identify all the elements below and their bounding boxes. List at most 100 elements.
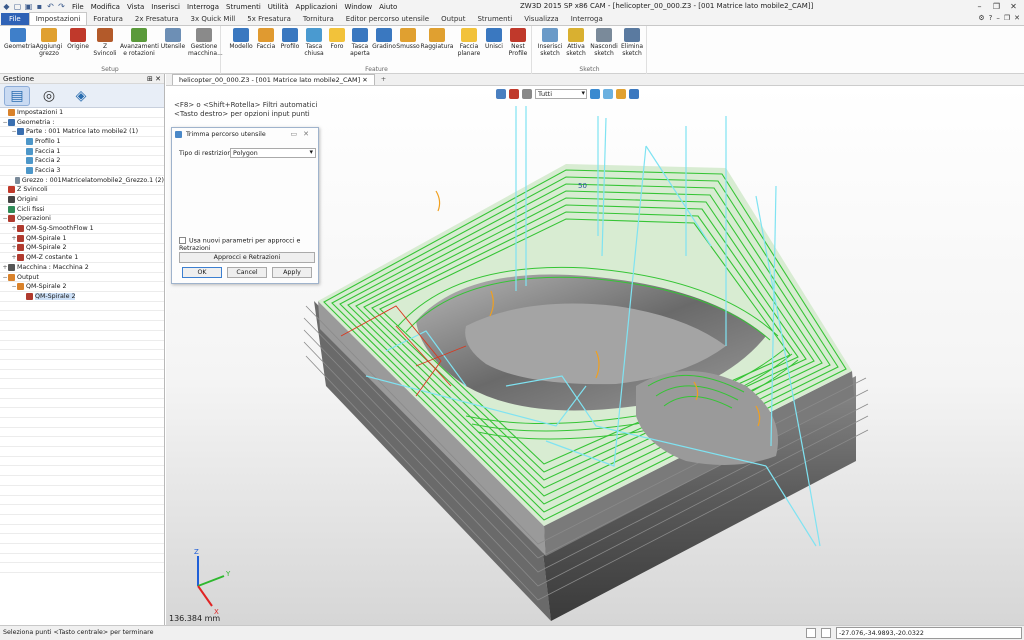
unisci-button[interactable]: Unisci [482, 28, 506, 51]
tab-3x-quick-mill[interactable]: 3x Quick Mill [185, 13, 242, 25]
tree-item[interactable]: + QM-Sg-SmoothFlow 1 [0, 224, 164, 234]
attiva-sketch-button[interactable]: Attiva sketch [563, 28, 589, 57]
app-logo-icon[interactable]: ◆ [2, 2, 11, 11]
document-tab[interactable]: helicopter_00_000.Z3 - [001 Matrice lato… [172, 74, 375, 85]
coordinate-input[interactable]: -27.076,-34.9893,-20.0322 [836, 627, 1022, 639]
tab-file[interactable]: File [1, 13, 29, 25]
tree-item[interactable]: Impostazioni 1 [0, 108, 164, 118]
tree-item[interactable]: Origini [0, 195, 164, 205]
foro-button[interactable]: Foro [326, 28, 348, 51]
modello-button[interactable]: Modello [228, 28, 254, 51]
geometria-button[interactable]: Geometria [4, 28, 36, 51]
menu-modifica[interactable]: Modifica [91, 3, 120, 11]
approach-params-checkbox-row[interactable]: Usa nuovi parametri per approcci e Retra… [179, 237, 318, 252]
named-view-icon[interactable] [629, 89, 639, 99]
view-cube-icon[interactable] [590, 89, 600, 99]
ok-button[interactable]: OK [182, 267, 222, 278]
nascondi-sketch-button[interactable]: Nascondi sketch [589, 28, 619, 57]
tree-item[interactable]: − Operazioni [0, 215, 164, 225]
open-folder-icon[interactable]: ▣ [24, 2, 33, 11]
tree-item[interactable]: − Geometria : [0, 118, 164, 128]
menu-interroga[interactable]: Interroga [187, 3, 219, 11]
tab-output[interactable]: Output [435, 13, 471, 25]
filter-select[interactable]: Tutti [535, 89, 587, 99]
tree-item[interactable]: + QM-Spirale 1 [0, 234, 164, 244]
menu-applicazioni[interactable]: Applicazioni [296, 3, 338, 11]
minimize-icon[interactable]: – [971, 0, 988, 13]
tree-item[interactable]: Grezzo : 001Matricelatomobile2_Grezzo.1 … [0, 176, 164, 186]
menu-vista[interactable]: Vista [127, 3, 144, 11]
tab-interroga[interactable]: Interroga [565, 13, 609, 25]
close-icon[interactable]: ✕ [1005, 0, 1022, 13]
tree-item[interactable]: + Macchina : Macchina 2 [0, 263, 164, 273]
tab-visualizza[interactable]: Visualizza [518, 13, 564, 25]
avanzamenti-button[interactable]: Avanzamenti e rotazioni [120, 28, 159, 57]
approach-retract-button[interactable]: Approcci e Retrazioni [179, 252, 315, 263]
tree-item[interactable]: Faccia 3 [0, 166, 164, 176]
tasca-chiusa-button[interactable]: Tasca chiusa [302, 28, 326, 57]
menu-window[interactable]: Window [345, 3, 373, 11]
dialog-minimize-icon[interactable]: ▭ [291, 130, 304, 138]
grid-icon[interactable] [821, 628, 831, 638]
tab-editor-percorso[interactable]: Editor percorso utensile [340, 13, 435, 25]
tree-item[interactable]: Faccia 1 [0, 147, 164, 157]
tab-strumenti[interactable]: Strumenti [471, 13, 518, 25]
menu-strumenti[interactable]: Strumenti [226, 3, 261, 11]
pin-icon[interactable]: ⊞ ✕ [147, 74, 161, 84]
render-mode-icon[interactable] [603, 89, 613, 99]
document-close-icon[interactable]: ✕ [362, 76, 367, 84]
utensile-button[interactable]: Utensile [160, 28, 186, 51]
pick-filter-icon[interactable] [509, 89, 519, 99]
raggiatura-button[interactable]: Raggiatura [420, 28, 454, 51]
ribbon-restore-icon[interactable]: ❐ [1004, 14, 1010, 22]
ribbon-minimize-icon[interactable]: – [996, 14, 1000, 22]
tab-manager-view[interactable]: ◎ [36, 86, 62, 106]
snap-icon[interactable] [806, 628, 816, 638]
ribbon-close-icon[interactable]: ✕ [1014, 14, 1020, 22]
aggiungi-grezzo-button[interactable]: Aggiungi grezzo [34, 28, 64, 57]
faccia-planare-button[interactable]: Faccia planare [456, 28, 482, 57]
new-file-icon[interactable]: ▢ [13, 2, 22, 11]
nest-profile-button[interactable]: Nest Profile [506, 28, 530, 57]
tree-item[interactable]: − Output [0, 273, 164, 283]
tab-manager-tree[interactable]: ▤ [4, 85, 30, 106]
faccia-button[interactable]: Faccia [254, 28, 278, 51]
add-tab-button[interactable]: + [375, 74, 392, 85]
menu-utilita[interactable]: Utilità [268, 3, 289, 11]
help-icon[interactable]: ? [989, 14, 993, 22]
apply-button[interactable]: Apply [272, 267, 312, 278]
approach-params-checkbox[interactable] [179, 237, 186, 244]
tree-item[interactable]: − Parte : 001 Matrice lato mobile2 (1) [0, 127, 164, 138]
dialog-close-icon[interactable]: ✕ [303, 130, 315, 138]
tree-item[interactable]: + QM-Spirale 2 [0, 244, 164, 254]
menu-aiuto[interactable]: Aiuto [379, 3, 397, 11]
tree-item[interactable]: Profilo 1 [0, 137, 164, 147]
gear-icon[interactable]: ⚙ [978, 14, 984, 22]
tree-item[interactable]: Z Svincoli [0, 186, 164, 196]
gestione-macchina-button[interactable]: Gestione macchina... [188, 28, 223, 57]
tree-item[interactable]: Faccia 2 [0, 156, 164, 167]
tree-item[interactable]: − QM-Spirale 2 [0, 282, 164, 293]
tree-item[interactable]: Cicli fissi [0, 205, 164, 215]
restore-icon[interactable]: ❐ [988, 0, 1005, 13]
inserisci-sketch-button[interactable]: Inserisci sketch [537, 28, 563, 57]
z-svincoli-button[interactable]: Z Svincoli [91, 28, 119, 57]
gradino-button[interactable]: Gradino [372, 28, 396, 51]
tab-foratura[interactable]: Foratura [87, 13, 129, 25]
undo-icon[interactable]: ↶ [46, 2, 55, 11]
tree-item[interactable]: QM-Spirale 2 [0, 292, 164, 302]
menu-inserisci[interactable]: Inserisci [151, 3, 180, 11]
smusso-button[interactable]: Smusso [396, 28, 420, 51]
visibility-icon[interactable] [616, 89, 626, 99]
tab-tornitura[interactable]: Tornitura [297, 13, 340, 25]
select-arrow-icon[interactable] [496, 89, 506, 99]
filter-list-icon[interactable] [522, 89, 532, 99]
elimina-sketch-button[interactable]: Elimina sketch [619, 28, 645, 57]
origine-button[interactable]: Origine [66, 28, 90, 51]
menu-file[interactable]: File [72, 3, 84, 11]
redo-icon[interactable]: ↷ [57, 2, 66, 11]
tab-impostazioni[interactable]: Impostazioni [28, 12, 88, 25]
tab-2x-fresatura[interactable]: 2x Fresatura [129, 13, 185, 25]
tasca-aperta-button[interactable]: Tasca aperta [348, 28, 372, 57]
cancel-button[interactable]: Cancel [227, 267, 267, 278]
